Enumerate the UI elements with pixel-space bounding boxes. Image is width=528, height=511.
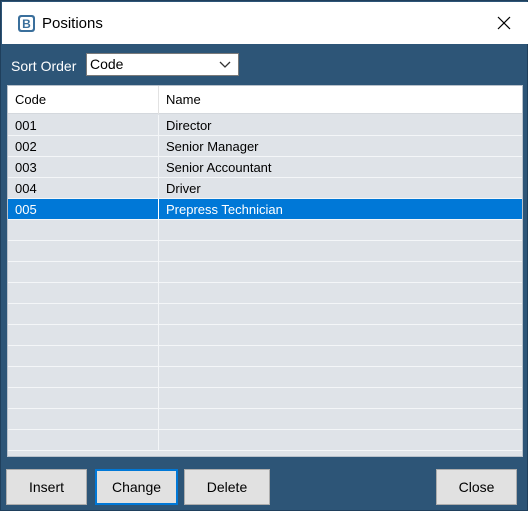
insert-button[interactable]: Insert xyxy=(6,469,87,505)
empty-row xyxy=(8,241,522,262)
empty-row xyxy=(8,262,522,283)
grid-header: Code Name xyxy=(8,86,522,114)
change-button[interactable]: Change xyxy=(95,469,178,505)
cell-name: Senior Accountant xyxy=(166,160,272,175)
cell-divider xyxy=(158,367,159,387)
positions-grid[interactable]: Code Name 001 Director 002 Senior Manager 00… xyxy=(7,85,523,457)
window-title: Positions xyxy=(42,15,103,32)
empty-row xyxy=(8,367,522,388)
sort-order-select[interactable]: Code xyxy=(86,53,239,76)
delete-button[interactable]: Delete xyxy=(184,469,270,505)
cell-divider xyxy=(158,241,159,261)
cell-divider xyxy=(158,178,159,198)
table-row[interactable]: 002 Senior Manager xyxy=(8,136,522,157)
cell-divider xyxy=(158,388,159,408)
positions-window: B Positions Sort Order Code Code Name 00… xyxy=(0,0,528,511)
cell-divider xyxy=(158,220,159,240)
cell-divider xyxy=(158,199,159,219)
cell-divider xyxy=(158,136,159,156)
empty-row xyxy=(8,346,522,367)
cell-code: 003 xyxy=(15,160,37,175)
cell-name: Director xyxy=(166,118,212,133)
close-window-button[interactable] xyxy=(481,2,527,44)
cell-code: 005 xyxy=(15,202,37,217)
svg-text:B: B xyxy=(22,17,31,31)
table-row[interactable]: 005 Prepress Technician xyxy=(8,199,522,220)
column-header-name[interactable]: Name xyxy=(166,92,201,107)
grid-rows: 001 Director 002 Senior Manager 003 Senior Ac… xyxy=(8,115,522,451)
cell-divider xyxy=(158,157,159,177)
cell-name: Driver xyxy=(166,181,201,196)
table-row[interactable]: 001 Director xyxy=(8,115,522,136)
column-header-code[interactable]: Code xyxy=(15,92,46,107)
title-bar: B Positions xyxy=(2,2,528,44)
sort-order-value: Code xyxy=(90,56,124,72)
cell-name: Prepress Technician xyxy=(166,202,283,217)
cell-divider xyxy=(158,409,159,429)
cell-name: Senior Manager xyxy=(166,139,259,154)
empty-row xyxy=(8,220,522,241)
table-row[interactable]: 004 Driver xyxy=(8,178,522,199)
cell-divider xyxy=(158,346,159,366)
empty-row xyxy=(8,283,522,304)
cell-divider xyxy=(158,262,159,282)
close-button[interactable]: Close xyxy=(436,469,517,505)
empty-row xyxy=(8,388,522,409)
cell-divider xyxy=(158,115,159,135)
empty-row xyxy=(8,409,522,430)
cell-code: 004 xyxy=(15,181,37,196)
cell-divider xyxy=(158,304,159,324)
sort-order-label: Sort Order xyxy=(11,58,77,74)
empty-row xyxy=(8,304,522,325)
table-row[interactable]: 003 Senior Accountant xyxy=(8,157,522,178)
close-icon xyxy=(497,16,511,30)
empty-row xyxy=(8,430,522,451)
cell-divider xyxy=(158,430,159,450)
cell-code: 002 xyxy=(15,139,37,154)
sort-toolbar: Sort Order Code xyxy=(1,45,528,85)
cell-divider xyxy=(158,325,159,345)
cell-code: 001 xyxy=(15,118,37,133)
app-logo-icon: B xyxy=(17,14,36,33)
empty-row xyxy=(8,325,522,346)
column-divider xyxy=(158,86,159,114)
cell-divider xyxy=(158,283,159,303)
chevron-down-icon xyxy=(219,61,231,68)
